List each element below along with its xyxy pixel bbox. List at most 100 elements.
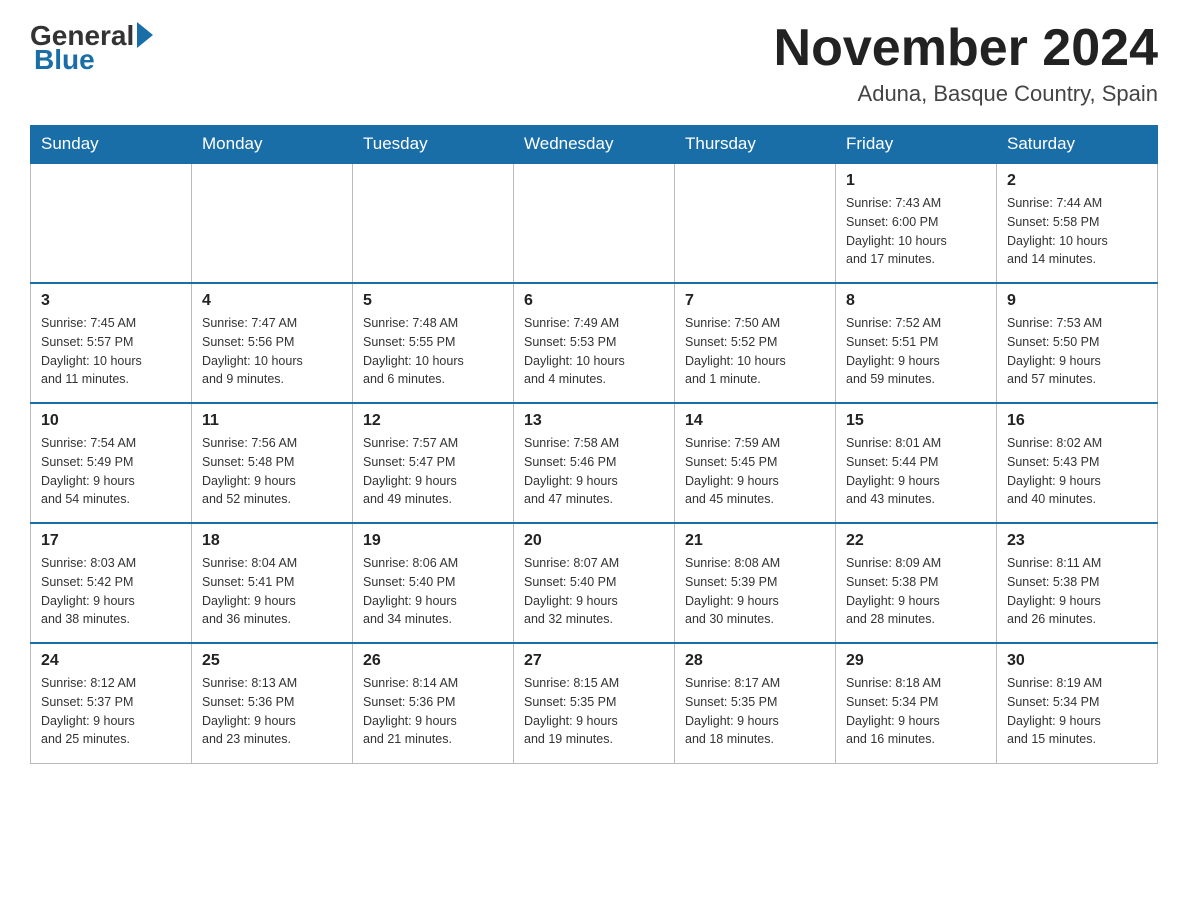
day-info: Sunrise: 8:11 AM Sunset: 5:38 PM Dayligh… [1007,554,1147,629]
calendar-cell: 16 Sunrise: 8:02 AM Sunset: 5:43 PM Dayli… [997,403,1158,523]
weekday-header-friday: Friday [836,126,997,164]
calendar-week-5: 24 Sunrise: 8:12 AM Sunset: 5:37 PM Dayli… [31,643,1158,763]
calendar-cell: 15 Sunrise: 8:01 AM Sunset: 5:44 PM Dayli… [836,403,997,523]
day-number: 26 [363,652,503,670]
day-info: Sunrise: 8:18 AM Sunset: 5:34 PM Dayligh… [846,674,986,749]
calendar-header-row: SundayMondayTuesdayWednesdayThursdayFrid… [31,126,1158,164]
day-info: Sunrise: 7:45 AM Sunset: 5:57 PM Dayligh… [41,314,181,389]
day-number: 20 [524,532,664,550]
weekday-header-sunday: Sunday [31,126,192,164]
day-info: Sunrise: 8:14 AM Sunset: 5:36 PM Dayligh… [363,674,503,749]
calendar-cell: 22 Sunrise: 8:09 AM Sunset: 5:38 PM Dayli… [836,523,997,643]
calendar-week-2: 3 Sunrise: 7:45 AM Sunset: 5:57 PM Daylig… [31,283,1158,403]
day-number: 8 [846,292,986,310]
day-info: Sunrise: 8:12 AM Sunset: 5:37 PM Dayligh… [41,674,181,749]
day-info: Sunrise: 8:02 AM Sunset: 5:43 PM Dayligh… [1007,434,1147,509]
calendar-cell: 29 Sunrise: 8:18 AM Sunset: 5:34 PM Dayli… [836,643,997,763]
day-info: Sunrise: 7:52 AM Sunset: 5:51 PM Dayligh… [846,314,986,389]
calendar-cell: 2 Sunrise: 7:44 AM Sunset: 5:58 PM Daylig… [997,163,1158,283]
day-number: 17 [41,532,181,550]
calendar-cell: 18 Sunrise: 8:04 AM Sunset: 5:41 PM Dayli… [192,523,353,643]
day-info: Sunrise: 7:50 AM Sunset: 5:52 PM Dayligh… [685,314,825,389]
day-number: 23 [1007,532,1147,550]
day-info: Sunrise: 7:47 AM Sunset: 5:56 PM Dayligh… [202,314,342,389]
calendar-cell: 28Sunrise: 8:17 AM Sunset: 5:35 PM Dayli… [675,643,836,763]
day-number: 30 [1007,652,1147,670]
calendar-cell: 5 Sunrise: 7:48 AM Sunset: 5:55 PM Daylig… [353,283,514,403]
calendar-cell: 1Sunrise: 7:43 AM Sunset: 6:00 PM Daylig… [836,163,997,283]
day-number: 25 [202,652,342,670]
calendar-cell: 4 Sunrise: 7:47 AM Sunset: 5:56 PM Daylig… [192,283,353,403]
day-info: Sunrise: 7:59 AM Sunset: 5:45 PM Dayligh… [685,434,825,509]
day-number: 27 [524,652,664,670]
day-number: 11 [202,412,342,430]
calendar-cell: 12 Sunrise: 7:57 AM Sunset: 5:47 PM Dayli… [353,403,514,523]
day-number: 14 [685,412,825,430]
calendar-cell: 17 Sunrise: 8:03 AM Sunset: 5:42 PM Dayli… [31,523,192,643]
day-number: 24 [41,652,181,670]
logo-chevron-icon [137,22,153,48]
day-number: 29 [846,652,986,670]
day-info: Sunrise: 8:06 AM Sunset: 5:40 PM Dayligh… [363,554,503,629]
day-number: 28 [685,652,825,670]
calendar-table: SundayMondayTuesdayWednesdayThursdayFrid… [30,125,1158,764]
month-title: November 2024 [774,20,1158,77]
day-number: 3 [41,292,181,310]
calendar-cell: 7 Sunrise: 7:50 AM Sunset: 5:52 PM Daylig… [675,283,836,403]
day-info: Sunrise: 8:09 AM Sunset: 5:38 PM Dayligh… [846,554,986,629]
calendar-cell: 19 Sunrise: 8:06 AM Sunset: 5:40 PM Dayli… [353,523,514,643]
calendar-cell [192,163,353,283]
calendar-cell: 13 Sunrise: 7:58 AM Sunset: 5:46 PM Dayli… [514,403,675,523]
calendar-cell: 9 Sunrise: 7:53 AM Sunset: 5:50 PM Daylig… [997,283,1158,403]
title-area: November 2024 Aduna, Basque Country, Spa… [774,20,1158,107]
day-info: Sunrise: 8:04 AM Sunset: 5:41 PM Dayligh… [202,554,342,629]
calendar-week-1: 1Sunrise: 7:43 AM Sunset: 6:00 PM Daylig… [31,163,1158,283]
calendar-cell [353,163,514,283]
calendar-cell: 8 Sunrise: 7:52 AM Sunset: 5:51 PM Daylig… [836,283,997,403]
weekday-header-thursday: Thursday [675,126,836,164]
day-number: 18 [202,532,342,550]
day-info: Sunrise: 7:49 AM Sunset: 5:53 PM Dayligh… [524,314,664,389]
day-number: 22 [846,532,986,550]
calendar-cell [514,163,675,283]
calendar-cell: 14 Sunrise: 7:59 AM Sunset: 5:45 PM Dayli… [675,403,836,523]
day-info: Sunrise: 7:58 AM Sunset: 5:46 PM Dayligh… [524,434,664,509]
day-info: Sunrise: 7:54 AM Sunset: 5:49 PM Dayligh… [41,434,181,509]
day-info: Sunrise: 7:48 AM Sunset: 5:55 PM Dayligh… [363,314,503,389]
day-number: 7 [685,292,825,310]
day-number: 19 [363,532,503,550]
calendar-cell: 25 Sunrise: 8:13 AM Sunset: 5:36 PM Dayli… [192,643,353,763]
day-info: Sunrise: 8:01 AM Sunset: 5:44 PM Dayligh… [846,434,986,509]
day-info: Sunrise: 8:15 AM Sunset: 5:35 PM Dayligh… [524,674,664,749]
day-number: 2 [1007,172,1147,190]
weekday-header-saturday: Saturday [997,126,1158,164]
day-info: Sunrise: 8:19 AM Sunset: 5:34 PM Dayligh… [1007,674,1147,749]
page-header: General Blue November 2024 Aduna, Basque… [30,20,1158,107]
day-info: Sunrise: 8:13 AM Sunset: 5:36 PM Dayligh… [202,674,342,749]
logo: General Blue [30,20,156,76]
calendar-cell [31,163,192,283]
calendar-cell: 20Sunrise: 8:07 AM Sunset: 5:40 PM Dayli… [514,523,675,643]
logo-blue-text: Blue [30,44,95,76]
day-info: Sunrise: 8:08 AM Sunset: 5:39 PM Dayligh… [685,554,825,629]
day-info: Sunrise: 7:53 AM Sunset: 5:50 PM Dayligh… [1007,314,1147,389]
day-number: 9 [1007,292,1147,310]
calendar-week-4: 17 Sunrise: 8:03 AM Sunset: 5:42 PM Dayli… [31,523,1158,643]
calendar-cell: 10Sunrise: 7:54 AM Sunset: 5:49 PM Dayli… [31,403,192,523]
day-info: Sunrise: 7:43 AM Sunset: 6:00 PM Dayligh… [846,194,986,269]
day-number: 4 [202,292,342,310]
calendar-cell: 27 Sunrise: 8:15 AM Sunset: 5:35 PM Dayli… [514,643,675,763]
day-number: 12 [363,412,503,430]
weekday-header-monday: Monday [192,126,353,164]
day-number: 16 [1007,412,1147,430]
day-info: Sunrise: 8:03 AM Sunset: 5:42 PM Dayligh… [41,554,181,629]
day-number: 15 [846,412,986,430]
day-number: 6 [524,292,664,310]
day-number: 13 [524,412,664,430]
day-info: Sunrise: 7:44 AM Sunset: 5:58 PM Dayligh… [1007,194,1147,269]
weekday-header-wednesday: Wednesday [514,126,675,164]
day-info: Sunrise: 7:57 AM Sunset: 5:47 PM Dayligh… [363,434,503,509]
calendar-cell: 26 Sunrise: 8:14 AM Sunset: 5:36 PM Dayli… [353,643,514,763]
calendar-cell: 30 Sunrise: 8:19 AM Sunset: 5:34 PM Dayli… [997,643,1158,763]
day-number: 5 [363,292,503,310]
